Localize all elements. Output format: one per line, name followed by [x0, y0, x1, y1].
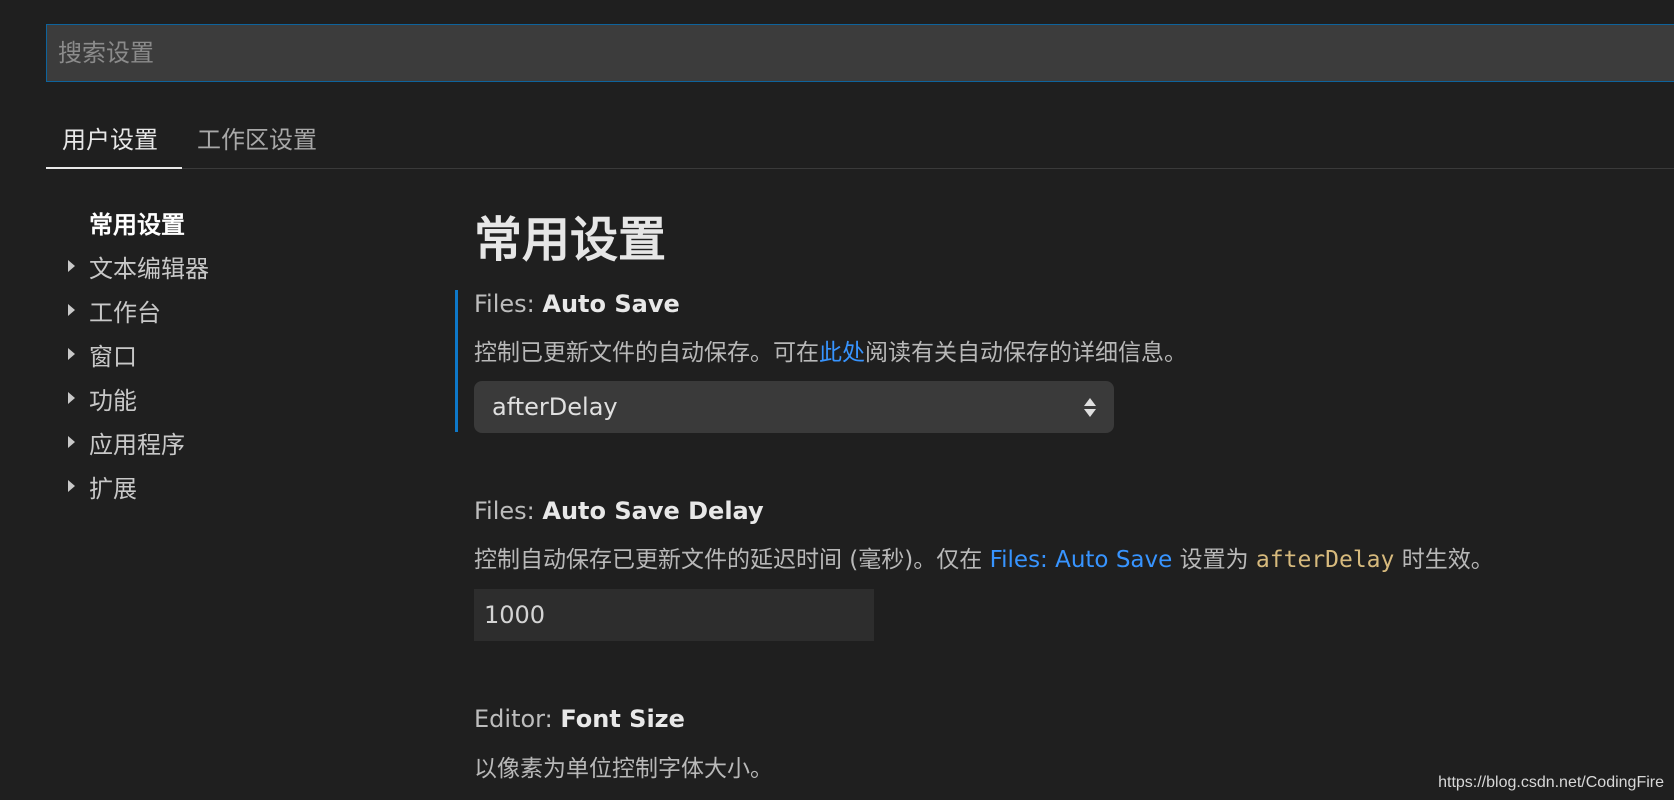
setting-category: Files:: [474, 290, 543, 318]
watermark: https://blog.csdn.net/CodingFire: [1438, 774, 1664, 791]
desc-text: 阅读有关自动保存的详细信息。: [865, 340, 1187, 366]
toc-item-features[interactable]: 功能: [60, 381, 137, 415]
tab-user-settings[interactable]: 用户设置: [62, 120, 158, 155]
setting-title-auto-save: Files: Auto Save: [474, 290, 680, 318]
toc-item-extensions[interactable]: 扩展: [60, 469, 137, 503]
desc-text: 控制自动保存已更新文件的延迟时间 (毫秒)。仅在: [474, 547, 990, 573]
setting-category: Files:: [474, 497, 543, 525]
setting-category: Editor:: [474, 705, 561, 733]
select-value: afterDelay: [492, 393, 618, 421]
auto-save-setting-link[interactable]: Files: Auto Save: [990, 547, 1173, 573]
active-tab-indicator: [46, 167, 182, 169]
toc-item-application[interactable]: 应用程序: [60, 425, 185, 459]
chevron-right-icon: [68, 480, 75, 492]
auto-save-docs-link[interactable]: 此处: [819, 340, 865, 366]
settings-editor: 用户设置 工作区设置 常用设置 文本编辑器 工作台 窗口 功能 应用程序: [0, 0, 1674, 800]
setting-name: Font Size: [560, 705, 685, 733]
chevron-right-icon: [68, 348, 75, 360]
setting-description-auto-save: 控制已更新文件的自动保存。可在此处阅读有关自动保存的详细信息。: [474, 333, 1187, 367]
chevron-right-icon: [68, 392, 75, 404]
inline-code: afterDelay: [1255, 547, 1395, 573]
focused-setting-indicator: [455, 290, 458, 432]
chevron-right-icon: [68, 304, 75, 316]
toc-item-text-editor[interactable]: 文本编辑器: [60, 249, 209, 283]
setting-description-font-size: 以像素为单位控制字体大小。: [474, 756, 773, 782]
toc-item-label: 扩展: [89, 474, 137, 503]
tab-workspace-settings[interactable]: 工作区设置: [197, 120, 317, 155]
desc-text: 设置为: [1172, 547, 1256, 573]
toc-item-common-settings[interactable]: 常用设置: [89, 205, 185, 239]
setting-description-auto-save-delay: 控制自动保存已更新文件的延迟时间 (毫秒)。仅在 Files: Auto Sav…: [474, 540, 1494, 574]
toc-item-workbench[interactable]: 工作台: [60, 293, 161, 327]
toc-item-label: 文本编辑器: [89, 254, 209, 283]
toc-item-window[interactable]: 窗口: [60, 337, 137, 371]
desc-text: 控制已更新文件的自动保存。可在: [474, 340, 819, 366]
setting-name: Auto Save: [542, 290, 680, 318]
search-settings-input[interactable]: [46, 24, 1674, 82]
chevron-right-icon: [68, 260, 75, 272]
auto-save-delay-input[interactable]: [474, 589, 874, 641]
toc-item-label: 工作台: [89, 298, 161, 327]
settings-scope-tabs: 用户设置 工作区设置: [46, 110, 1674, 169]
toc-item-label: 应用程序: [89, 430, 185, 459]
auto-save-select[interactable]: afterDelay: [474, 381, 1114, 433]
setting-title-font-size: Editor: Font Size: [474, 705, 685, 733]
toc-item-label: 常用设置: [89, 210, 185, 239]
toc-item-label: 功能: [89, 386, 137, 415]
setting-name: Auto Save Delay: [542, 497, 764, 525]
toc-item-label: 窗口: [89, 342, 137, 371]
select-arrows-icon: [1084, 397, 1096, 417]
chevron-right-icon: [68, 436, 75, 448]
section-title: 常用设置: [474, 212, 667, 268]
setting-title-auto-save-delay: Files: Auto Save Delay: [474, 497, 764, 525]
desc-text: 时生效。: [1394, 547, 1494, 573]
